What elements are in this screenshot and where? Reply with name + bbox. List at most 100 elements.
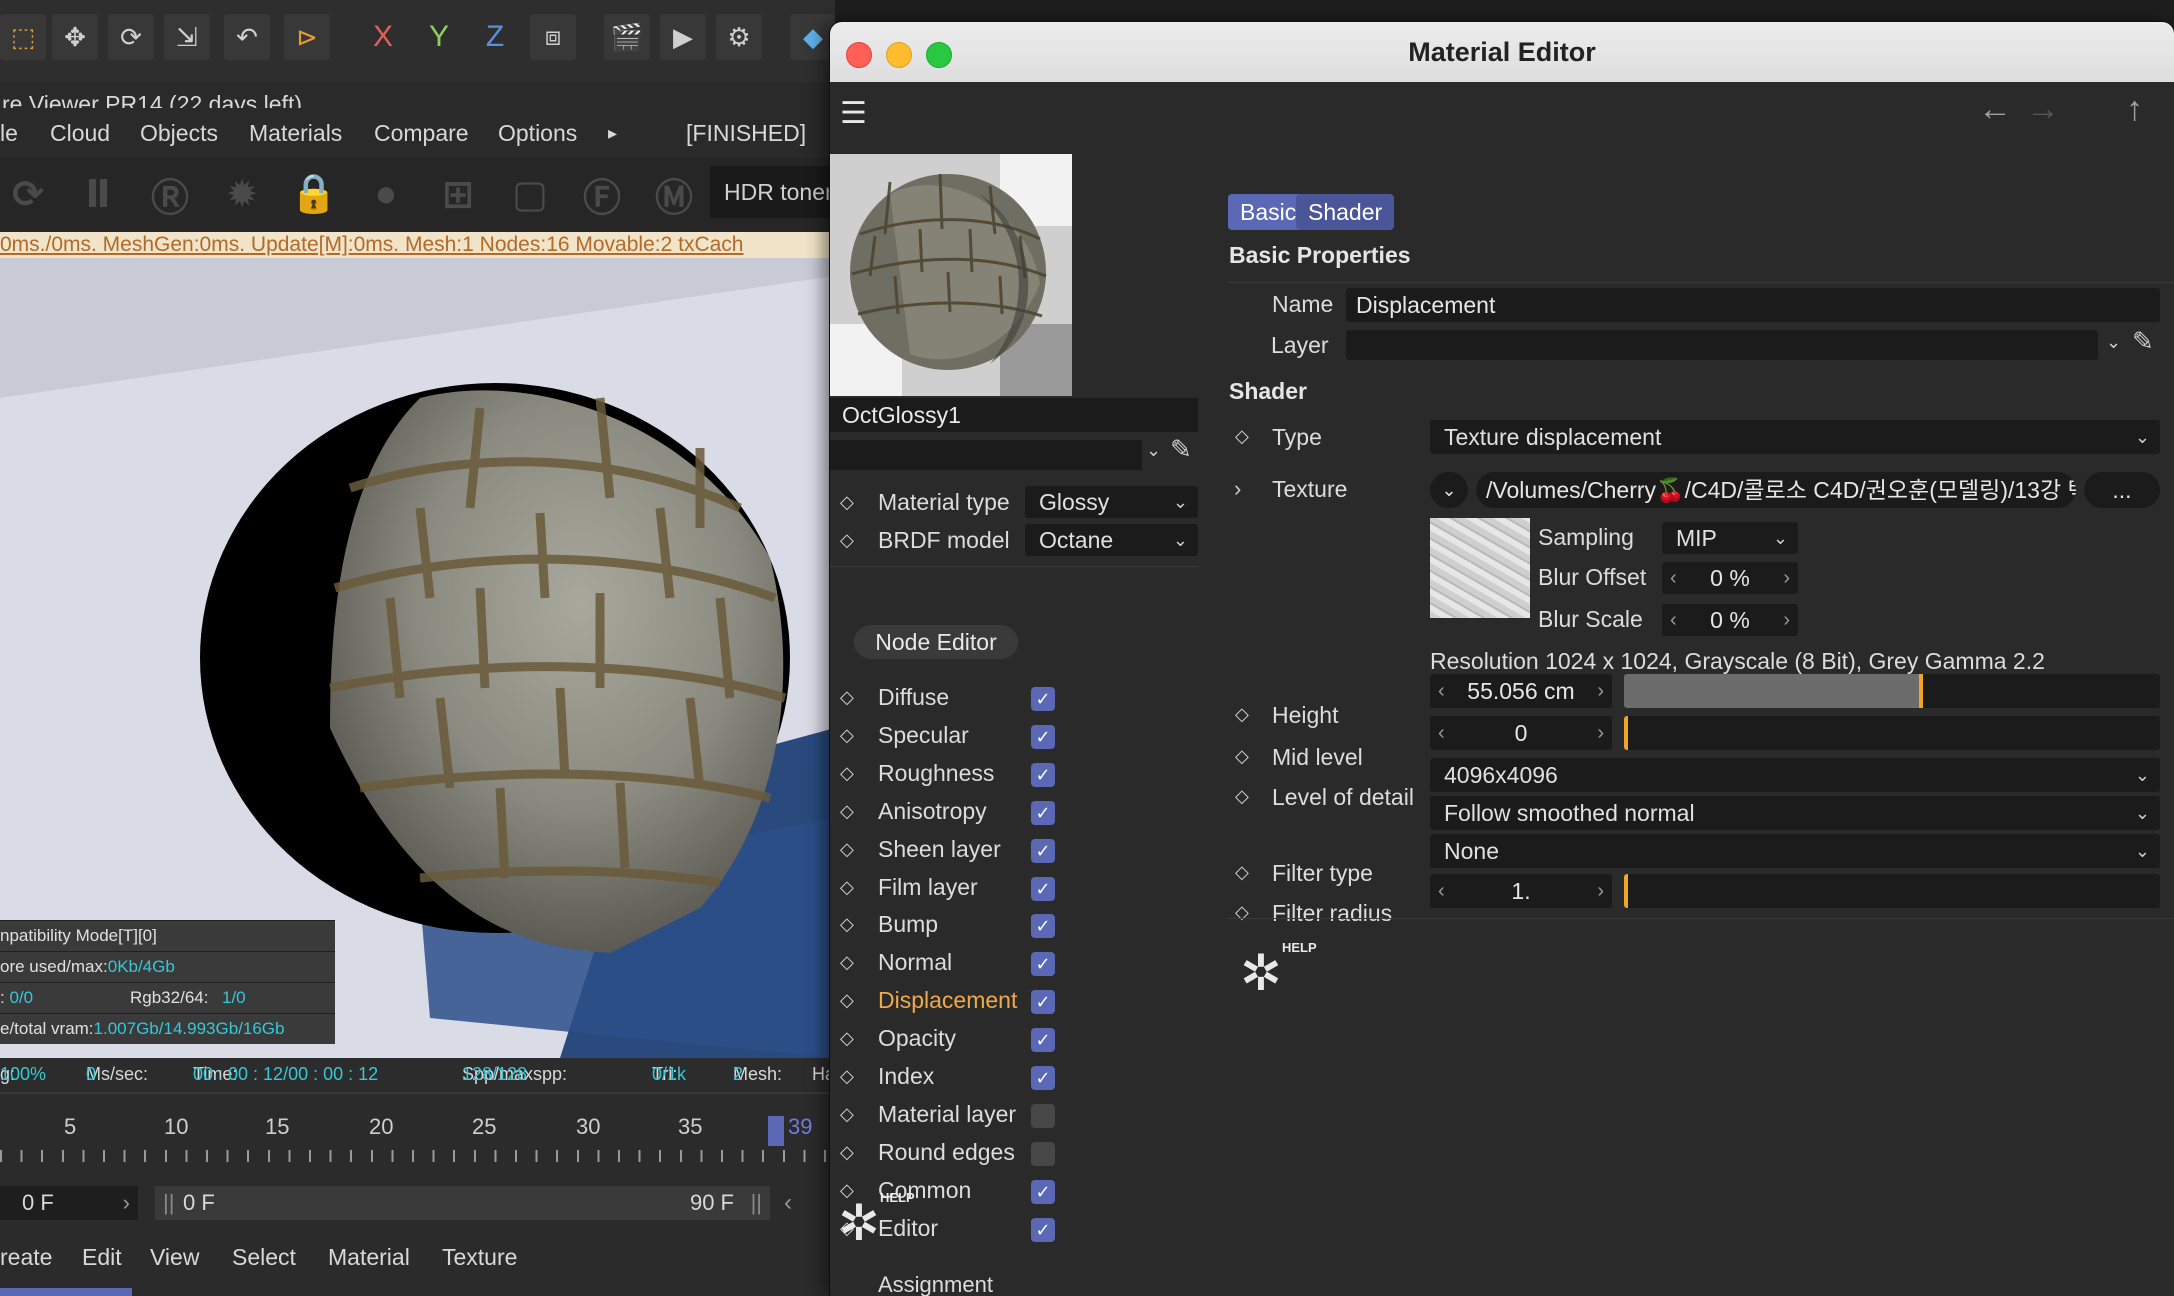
blur-offset-stepper[interactable]: ‹ 0 % ›	[1662, 562, 1798, 594]
keyframe-diamond-icon[interactable]: ◇	[840, 1133, 854, 1171]
material-layer-field[interactable]	[830, 440, 1142, 470]
keyframe-diamond-icon[interactable]: ◇	[840, 484, 854, 520]
film-region-icon[interactable]: ▢	[504, 168, 556, 220]
mid-level-slider[interactable]	[1624, 716, 2160, 750]
increment-icon[interactable]: ›	[1783, 604, 1790, 636]
layer-field[interactable]	[1346, 330, 2098, 360]
channel-checkbox[interactable]: ✓	[1031, 762, 1055, 787]
filter-radius-slider-handle[interactable]	[1624, 874, 1628, 908]
channel-row[interactable]: ◇ Film layer ✓	[830, 868, 1090, 906]
channel-row[interactable]: ◇ Normal ✓	[830, 943, 1090, 981]
channel-label[interactable]: Index	[878, 1057, 934, 1095]
settings-gear-icon[interactable]: ✹	[216, 168, 268, 220]
type-dropdown[interactable]: Texture displacement ⌄	[1430, 420, 2160, 454]
menu-file[interactable]: le	[0, 108, 18, 158]
mid-level-slider-handle[interactable]	[1624, 716, 1628, 750]
channel-label[interactable]: Bump	[878, 905, 938, 943]
keyframe-diamond-icon[interactable]: ◇	[840, 1095, 854, 1133]
up-arrow-icon[interactable]: ↑	[2126, 90, 2143, 129]
menu-select[interactable]: Select	[232, 1232, 296, 1282]
hdr-toner-dropdown[interactable]: HDR toner	[710, 166, 835, 218]
channel-label[interactable]: Opacity	[878, 1019, 956, 1057]
brdf-dropdown[interactable]: Octane ⌄	[1025, 524, 1198, 556]
material-picker-icon[interactable]: Ⓜ	[648, 168, 700, 220]
menu-edit[interactable]: Edit	[82, 1232, 122, 1282]
keyframe-diamond-icon[interactable]: ◇	[840, 943, 854, 981]
channel-label[interactable]: Diffuse	[878, 678, 949, 716]
keyframe-diamond-icon[interactable]: ◇	[840, 1057, 854, 1095]
clapper-icon[interactable]: 🎬	[604, 14, 650, 60]
keyframe-diamond-icon[interactable]: ◇	[1235, 426, 1249, 447]
channel-label[interactable]: Displacement	[878, 981, 1017, 1019]
keyframe-diamond-icon[interactable]: ◇	[840, 905, 854, 943]
channel-label[interactable]: Editor	[878, 1209, 938, 1247]
move-icon[interactable]: ✥	[52, 14, 98, 60]
filter-radius-slider[interactable]	[1624, 874, 2160, 908]
texture-thumbnail[interactable]	[1430, 518, 1530, 618]
channel-row[interactable]: ◇ Roughness ✓	[830, 754, 1090, 792]
channel-row[interactable]: ◇ Displacement ✓	[830, 981, 1090, 1019]
render-play-icon[interactable]: ▶	[660, 14, 706, 60]
menu-create[interactable]: reate	[0, 1232, 52, 1282]
channel-checkbox[interactable]: ✓	[1031, 724, 1055, 749]
keyframe-diamond-icon[interactable]: ◇	[840, 792, 854, 830]
render-settings-icon[interactable]: ⚙	[716, 14, 762, 60]
current-frame-field[interactable]: 0 F ›	[0, 1186, 138, 1220]
channel-row[interactable]: ◇ Bump ✓	[830, 905, 1090, 943]
channel-label[interactable]: Specular	[878, 716, 969, 754]
keyframe-diamond-icon[interactable]: ◇	[1235, 704, 1249, 725]
sampling-dropdown[interactable]: MIP ⌄	[1662, 522, 1798, 554]
keyframe-diamond-icon[interactable]: ◇	[840, 830, 854, 868]
forward-arrow-icon[interactable]: →	[2026, 90, 2060, 129]
texture-path-field[interactable]: /Volumes/Cherry🍒/C4D/콜로소 C4D/권오훈(모델링)/13…	[1476, 472, 2076, 508]
region-icon[interactable]: Ⓡ	[144, 168, 196, 220]
channel-label[interactable]: Film layer	[878, 868, 978, 906]
channel-row[interactable]: ◇ Opacity ✓	[830, 1019, 1090, 1057]
channel-row[interactable]: ◇ Anisotropy ✓	[830, 792, 1090, 830]
menu-compare[interactable]: Compare	[374, 108, 469, 158]
octane-help-icon[interactable]: ✲	[838, 1194, 880, 1252]
back-arrow-icon[interactable]: ←	[1978, 90, 2012, 129]
level-of-detail-dropdown[interactable]: 4096x4096 ⌄	[1430, 758, 2160, 792]
channel-checkbox[interactable]: ✓	[1031, 1179, 1055, 1204]
lock-icon[interactable]: 🔒	[288, 168, 340, 220]
pause-icon[interactable]: Ⅱ	[72, 168, 124, 220]
texture-menu-button[interactable]: ⌄	[1430, 472, 1468, 508]
channel-label[interactable]: Sheen layer	[878, 830, 1001, 868]
decrement-icon[interactable]: ‹	[1670, 604, 1677, 636]
layer-chevron-icon[interactable]: ⌄	[2106, 332, 2121, 353]
material-preview[interactable]	[830, 154, 1072, 396]
increment-icon[interactable]: ›	[1597, 874, 1604, 908]
keyframe-diamond-icon[interactable]: ◇	[840, 981, 854, 1019]
increment-icon[interactable]: ›	[1783, 562, 1790, 594]
channel-checkbox[interactable]: ✓	[1031, 838, 1055, 863]
assignment-tab[interactable]: Assignment	[878, 1272, 993, 1296]
menu-more-icon[interactable]: ▸	[608, 108, 617, 158]
prev-frame-icon[interactable]: ‹	[784, 1186, 792, 1220]
focus-picker-icon[interactable]: Ⓕ	[576, 168, 628, 220]
channel-row[interactable]: ◇ Index ✓	[830, 1057, 1090, 1095]
y-axis-toggle[interactable]: Y	[416, 14, 462, 60]
height-slider[interactable]	[1624, 674, 2160, 708]
add-region-icon[interactable]: ⊞	[432, 168, 484, 220]
undo-icon[interactable]: ↶	[224, 14, 270, 60]
menu-cloud[interactable]: Cloud	[50, 108, 110, 158]
keyframe-diamond-icon[interactable]: ◇	[1235, 786, 1249, 807]
channel-label[interactable]: Material layer	[878, 1095, 1016, 1133]
channel-checkbox[interactable]: ✓	[1031, 1217, 1055, 1242]
channel-checkbox[interactable]	[1031, 1103, 1055, 1128]
coordinate-system-icon[interactable]: ⧈	[530, 14, 576, 60]
keyframe-diamond-icon[interactable]: ◇	[840, 522, 854, 558]
live-selection-icon[interactable]: ⬚	[0, 14, 46, 60]
layer-chevron-icon[interactable]: ⌄	[1146, 440, 1161, 461]
frame-range-slider[interactable]: || 0 F 90 F ||	[155, 1186, 770, 1220]
name-field[interactable]: Displacement	[1346, 288, 2160, 322]
decrement-icon[interactable]: ‹	[1670, 562, 1677, 594]
menu-materials[interactable]: Materials	[249, 108, 342, 158]
channel-checkbox[interactable]: ✓	[1031, 876, 1055, 901]
decrement-icon[interactable]: ‹	[1438, 674, 1445, 708]
channel-row[interactable]: ◇ Diffuse ✓	[830, 678, 1090, 716]
keyframe-diamond-icon[interactable]: ◇	[840, 868, 854, 906]
rotate-icon[interactable]: ⟳	[108, 14, 154, 60]
octane-help-icon[interactable]: ✲	[1240, 944, 1282, 1002]
